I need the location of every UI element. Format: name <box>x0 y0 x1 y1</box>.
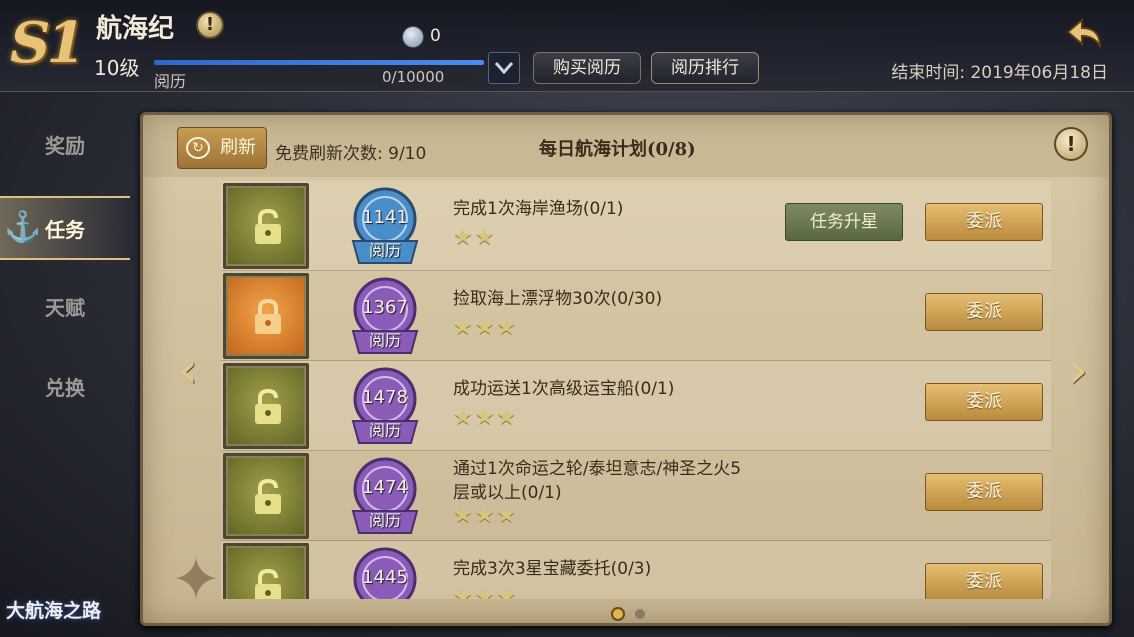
level-label: 10级 <box>94 56 140 80</box>
refresh-button[interactable]: ↻ 刷新 <box>177 127 267 169</box>
task-row: 1445 阅历 完成3次3星宝藏委托(0/3) ★★★ 委派 <box>221 541 1051 599</box>
assign-button[interactable]: 委派 <box>925 563 1043 599</box>
back-arrow-icon[interactable] <box>1064 16 1106 50</box>
lock-slot[interactable] <box>223 543 309 599</box>
lock-slot[interactable] <box>223 453 309 539</box>
medal-label: 阅历 <box>339 597 431 599</box>
sidebar-item-tasks[interactable]: ⚓ 任务 <box>0 196 130 260</box>
lock-icon <box>255 298 281 334</box>
top-bar: S1 航海纪 ! 10级 0 阅历 0/10000 购买阅历 阅历排行 结束时间… <box>0 0 1134 92</box>
daily-plan-panel: ↻ 刷新 免费刷新次数: 9/10 每日航海计划(0/8) ! ✦ ‹ › 11… <box>140 112 1112 626</box>
medal-label: 阅历 <box>368 241 401 260</box>
sidebar-item-rewards[interactable]: 奖励 <box>0 114 130 178</box>
experience-medal: 1445 阅历 <box>339 543 431 599</box>
lock-icon <box>255 478 281 514</box>
star-rating: ★★★ <box>453 405 519 430</box>
lock-icon <box>255 208 281 244</box>
task-description: 通过1次命运之轮/泰坦意志/神圣之火5层或以上(0/1) <box>453 459 742 503</box>
refresh-label: 刷新 <box>220 137 256 158</box>
buy-experience-button[interactable]: 购买阅历 <box>533 52 641 84</box>
star-rating: ★★★ <box>453 503 519 528</box>
sidebar-item-label: 任务 <box>45 218 85 242</box>
medal-value: 1474 <box>362 477 408 498</box>
page-title: 航海纪 <box>96 14 175 44</box>
experience-medal: 1474 阅历 <box>339 453 431 539</box>
lock-icon <box>255 568 281 599</box>
star-rating: ★★ <box>453 225 497 250</box>
lock-icon <box>255 388 281 424</box>
progress-fill <box>154 60 484 65</box>
task-description: 成功运送1次高级运宝船(0/1) <box>453 379 675 399</box>
task-description: 捡取海上漂浮物30次(0/30) <box>453 289 663 309</box>
game-logo: 大航海之路 <box>6 600 102 622</box>
experience-rank-button[interactable]: 阅历排行 <box>651 52 759 84</box>
coin-value: 0 <box>430 26 441 46</box>
lock-slot[interactable] <box>223 363 309 449</box>
sidebar-item-talent[interactable]: 天赋 <box>0 276 130 340</box>
medal-label: 阅历 <box>368 511 401 530</box>
lock-slot[interactable] <box>223 273 309 359</box>
medal-label: 阅历 <box>368 331 401 350</box>
page-dot[interactable] <box>635 608 645 619</box>
task-description: 完成1次海岸渔场(0/1) <box>453 199 624 219</box>
task-row: 1474 阅历 通过1次命运之轮/泰坦意志/神圣之火5层或以上(0/1) ★★★… <box>221 451 1051 541</box>
task-row: 1367 阅历 捡取海上漂浮物30次(0/30) ★★★ 委派 <box>221 271 1051 361</box>
page-dot[interactable] <box>611 606 625 621</box>
assign-button[interactable]: 委派 <box>925 203 1043 241</box>
task-upgrade-button[interactable]: 任务升星 <box>785 203 903 241</box>
previous-page-icon[interactable]: ‹ <box>173 345 203 395</box>
medal-value: 1367 <box>362 297 408 318</box>
next-page-icon[interactable]: › <box>1063 345 1093 395</box>
star-rating: ★★★ <box>453 315 519 340</box>
plan-title: 每日航海计划(0/8) <box>539 139 696 160</box>
pagination <box>611 603 655 622</box>
experience-progress-bar <box>154 60 484 65</box>
medal-value: 1141 <box>362 207 408 228</box>
task-row: 1141 阅历 完成1次海岸渔场(0/1) ★★ 任务升星 委派 <box>221 181 1051 271</box>
experience-medal: 1478 阅历 <box>339 363 431 449</box>
medal-value: 1478 <box>362 387 408 408</box>
experience-medal: 1367 阅历 <box>339 273 431 359</box>
season-badge: S1 <box>10 10 85 76</box>
assign-button[interactable]: 委派 <box>925 383 1043 421</box>
assign-button[interactable]: 委派 <box>925 293 1043 331</box>
medal-label: 阅历 <box>368 421 401 440</box>
anchor-icon: ⚓ <box>4 210 42 245</box>
info-icon[interactable]: ! <box>196 11 224 39</box>
chevron-down-icon[interactable] <box>488 52 520 84</box>
progress-label: 阅历 <box>154 72 187 91</box>
sidebar-item-exchange[interactable]: 兑换 <box>0 356 130 420</box>
medal-value: 1445 <box>362 567 408 588</box>
info-icon[interactable]: ! <box>1054 127 1088 161</box>
task-description: 完成3次3星宝藏委托(0/3) <box>453 559 652 579</box>
progress-value: 0/10000 <box>382 68 445 86</box>
star-rating: ★★★ <box>453 585 519 599</box>
free-refresh-count: 免费刷新次数: 9/10 <box>275 144 427 164</box>
lock-slot[interactable] <box>223 183 309 269</box>
task-list: 1141 阅历 完成1次海岸渔场(0/1) ★★ 任务升星 委派 1367 阅历… <box>221 181 1051 599</box>
end-time-label: 结束时间: 2019年06月18日 <box>891 63 1108 83</box>
task-row: 1478 阅历 成功运送1次高级运宝船(0/1) ★★★ 委派 <box>221 361 1051 451</box>
coin-icon <box>402 26 424 48</box>
refresh-icon: ↻ <box>186 137 210 159</box>
experience-medal: 1141 阅历 <box>339 183 431 269</box>
assign-button[interactable]: 委派 <box>925 473 1043 511</box>
